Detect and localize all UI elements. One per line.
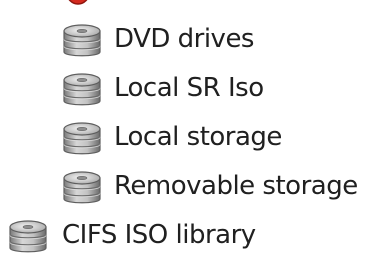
tree-item-label: Removable storage xyxy=(114,171,358,201)
tree-item-label: Local SR Iso xyxy=(114,73,264,103)
storage-disk-icon xyxy=(61,22,103,60)
tree-item-label: DVD drives xyxy=(114,24,254,54)
storage-disk-icon xyxy=(61,71,103,109)
tree-item-removable-storage[interactable]: Removable storage xyxy=(61,165,381,209)
tree-item-local-storage[interactable]: Local storage xyxy=(61,116,331,160)
storage-disk-icon xyxy=(61,120,103,158)
storage-tree: DVD drives Local SR Iso Local storage Re… xyxy=(0,0,381,250)
tree-item-label: Local storage xyxy=(114,122,282,152)
tree-item-cifs-iso-library[interactable]: CIFS ISO library xyxy=(7,214,327,258)
error-badge-icon xyxy=(66,0,90,7)
tree-item-label: CIFS ISO library xyxy=(62,220,256,250)
tree-item-local-sr-iso[interactable]: Local SR Iso xyxy=(61,67,311,111)
storage-disk-icon xyxy=(61,169,103,207)
storage-disk-icon xyxy=(7,218,49,256)
tree-item-dvd-drives[interactable]: DVD drives xyxy=(61,18,281,62)
